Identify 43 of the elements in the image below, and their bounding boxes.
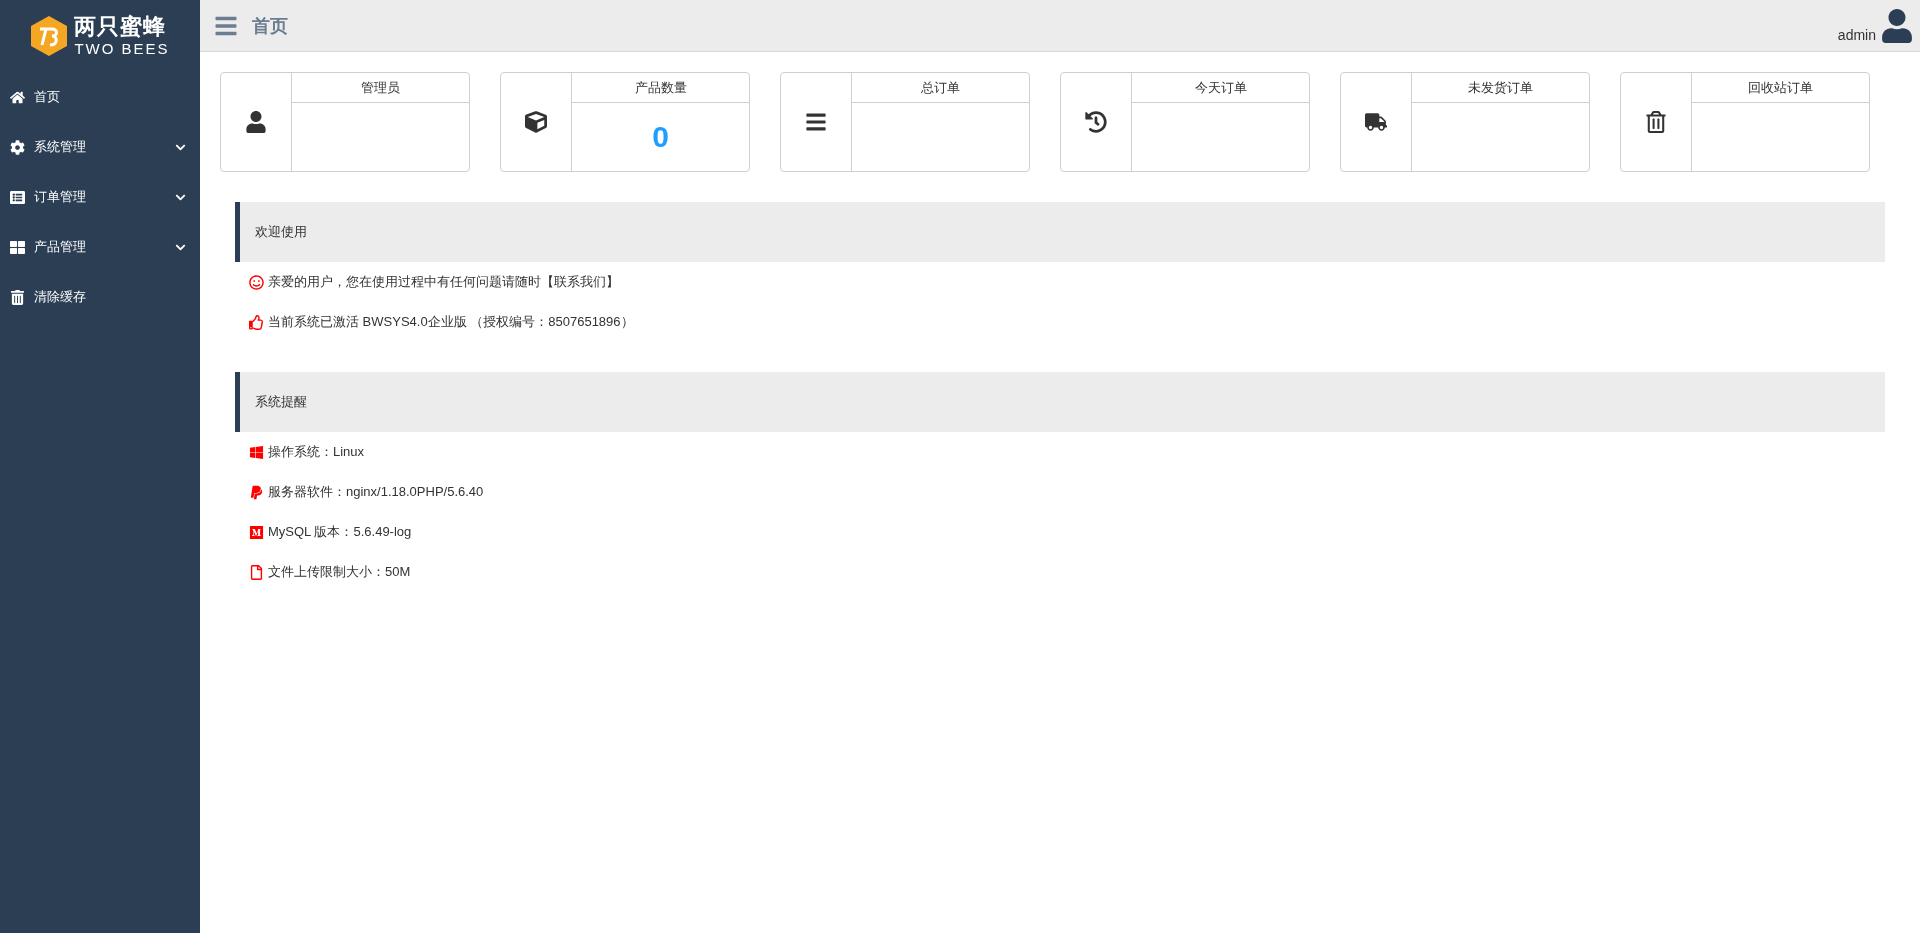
list-icon [10, 189, 25, 205]
menu-icon [805, 111, 827, 133]
trash-icon [1645, 111, 1667, 133]
card-title: 未发货订单 [1468, 78, 1533, 97]
sidebar-item[interactable]: 产品管理 [0, 222, 200, 272]
info-text: 文件上传限制大小：50M [268, 563, 411, 581]
page-title: 首页 [252, 14, 289, 38]
section-title: 欢迎使用 [255, 223, 307, 241]
user-icon [245, 111, 267, 133]
grid-icon [10, 239, 25, 255]
history-icon [1085, 111, 1107, 133]
truck-icon [1365, 111, 1387, 133]
sidebar-item[interactable]: 系统管理 [0, 122, 200, 172]
cube-icon [525, 111, 547, 133]
card-title: 今天订单 [1194, 78, 1247, 97]
smile-icon [249, 274, 264, 290]
user-name[interactable]: admin [1837, 27, 1876, 43]
letter-p-icon [249, 484, 264, 500]
card-title: 回收站订单 [1748, 78, 1813, 97]
card-title: 产品数量 [634, 78, 687, 97]
file-icon [249, 564, 264, 580]
sidebar-item[interactable]: 清除缓存 [0, 272, 200, 322]
info-text: MySQL 版本：5.6.49-log [268, 523, 412, 541]
card-title: 总订单 [921, 78, 960, 97]
info-text: 亲爱的用户，您在使用过程中有任何问题请随时【联系我们】 [268, 273, 619, 291]
sidebar-item[interactable]: 首页 [0, 72, 200, 122]
info-text: 当前系统已激活 BWSYS4.0企业版 （授权编号：8507651896） [268, 313, 634, 331]
info-text: 操作系统：Linux [268, 443, 365, 461]
logo-icon [30, 15, 69, 57]
windows-icon [249, 444, 264, 460]
avatar-icon[interactable] [1880, 8, 1914, 43]
settings-icon [10, 139, 25, 155]
info-text: 服务器软件：nginx/1.18.0PHP/5.6.40 [268, 483, 484, 501]
home-icon [10, 89, 25, 105]
card-value: 0 [652, 120, 669, 154]
trash-icon [10, 289, 25, 305]
logo-subtitle: TWO BEES [74, 41, 170, 56]
thumbs-up-icon [249, 314, 264, 330]
sidebar-item[interactable]: 订单管理 [0, 172, 200, 222]
card-title: 管理员 [361, 78, 400, 97]
logo-name: 两只蜜蜂 [74, 16, 168, 38]
section-title: 系统提醒 [255, 393, 307, 411]
letter-m-icon [249, 524, 264, 540]
